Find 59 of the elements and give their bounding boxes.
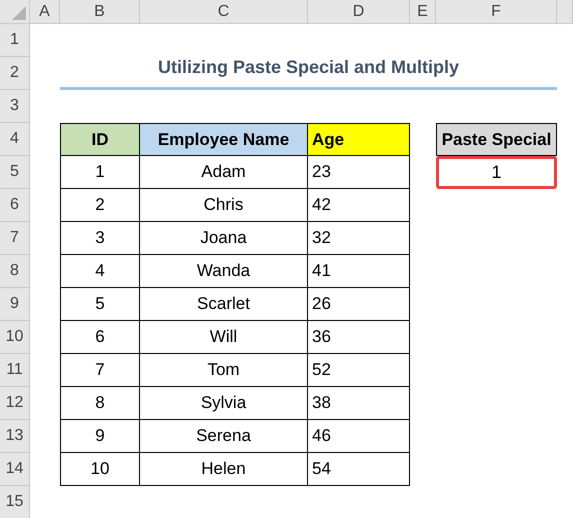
row-header[interactable]: 1 [0, 24, 30, 57]
column-header[interactable]: E [410, 0, 436, 24]
table-cell: Scarlet [140, 288, 308, 321]
table-cell: 32 [308, 222, 410, 255]
table-cell: 46 [308, 420, 410, 453]
row-header[interactable]: 2 [0, 57, 30, 90]
table-cell: 52 [308, 354, 410, 387]
table-cell: 9 [60, 420, 140, 453]
table-cell: Chris [140, 189, 308, 222]
row-header[interactable]: 4 [0, 123, 30, 156]
row-header[interactable]: 3 [0, 90, 30, 123]
table-cell: 1 [436, 156, 557, 189]
table-cell: Helen [140, 453, 308, 486]
table-cell: Will [140, 321, 308, 354]
column-header[interactable]: A [30, 0, 60, 24]
table-cell: 23 [308, 156, 410, 189]
table-cell: Sylvia [140, 387, 308, 420]
row-header[interactable]: 12 [0, 387, 30, 420]
table-cell: 26 [308, 288, 410, 321]
table-cell: Joana [140, 222, 308, 255]
table-cell: 10 [60, 453, 140, 486]
table-cell: 38 [308, 387, 410, 420]
table-cell: 7 [60, 354, 140, 387]
table-cell: 6 [60, 321, 140, 354]
column-heading: Employee Name [140, 123, 308, 156]
column-heading: ID [60, 123, 140, 156]
row-header[interactable]: 6 [0, 189, 30, 222]
table-cell: 42 [308, 189, 410, 222]
column-heading: Paste Special [436, 123, 557, 156]
row-header[interactable]: 9 [0, 288, 30, 321]
column-header[interactable]: F [436, 0, 557, 24]
table-cell: Serena [140, 420, 308, 453]
table-cell: Wanda [140, 255, 308, 288]
row-header[interactable]: 13 [0, 420, 30, 453]
table-cell: 3 [60, 222, 140, 255]
table-cell: 2 [60, 189, 140, 222]
column-heading: Age [308, 123, 410, 156]
table-cell: 1 [60, 156, 140, 189]
select-all-icon[interactable] [12, 6, 26, 20]
row-header[interactable]: 15 [0, 486, 30, 518]
row-header[interactable]: 8 [0, 255, 30, 288]
table-cell: 4 [60, 255, 140, 288]
table-cell: 41 [308, 255, 410, 288]
row-header[interactable]: 10 [0, 321, 30, 354]
sheet-title: Utilizing Paste Special and Multiply [60, 57, 557, 90]
row-header[interactable]: 14 [0, 453, 30, 486]
table-cell: 8 [60, 387, 140, 420]
column-header[interactable]: D [308, 0, 410, 24]
table-cell: Adam [140, 156, 308, 189]
column-header[interactable]: C [140, 0, 308, 24]
column-header[interactable] [557, 0, 573, 24]
row-header[interactable]: 11 [0, 354, 30, 387]
row-header[interactable]: 5 [0, 156, 30, 189]
column-header[interactable]: B [60, 0, 140, 24]
row-header[interactable]: 7 [0, 222, 30, 255]
table-cell: Tom [140, 354, 308, 387]
table-cell: 54 [308, 453, 410, 486]
table-cell: 36 [308, 321, 410, 354]
table-cell: 5 [60, 288, 140, 321]
